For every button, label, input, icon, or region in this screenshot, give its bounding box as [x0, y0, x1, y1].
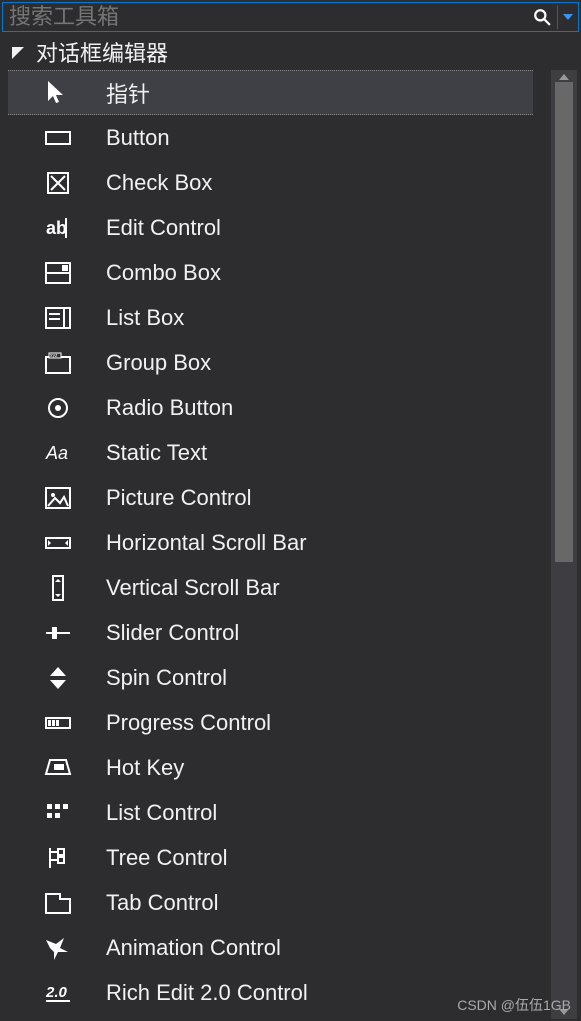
category-header[interactable]: 对话框编辑器: [0, 34, 581, 70]
listbox-icon: [40, 303, 76, 333]
tool-item-hot-key[interactable]: Hot Key: [8, 745, 533, 790]
listctrl-icon: [40, 798, 76, 828]
tool-item-label: List Box: [106, 305, 184, 331]
tree-icon: [40, 843, 76, 873]
tool-item-label: Combo Box: [106, 260, 221, 286]
scroll-down-icon[interactable]: [551, 1005, 577, 1019]
tool-item-tab-control[interactable]: Tab Control: [8, 880, 533, 925]
scrollbar-thumb[interactable]: [555, 82, 573, 562]
edit-icon: [40, 213, 76, 243]
tool-item-check-box[interactable]: Check Box: [8, 160, 533, 205]
tab-icon: [40, 888, 76, 918]
tool-item-picture-control[interactable]: Picture Control: [8, 475, 533, 520]
tool-item-label: 指针: [106, 77, 150, 109]
progress-icon: [40, 708, 76, 738]
tool-item-label: Horizontal Scroll Bar: [106, 530, 307, 556]
tool-item-combo-box[interactable]: Combo Box: [8, 250, 533, 295]
tool-item-label: Hot Key: [106, 755, 184, 781]
hscroll-icon: [40, 528, 76, 558]
toolbox-panel: 对话框编辑器 指针 Button Check Box Edit Control Comb…: [0, 34, 581, 1019]
tool-item-label: Progress Control: [106, 710, 271, 736]
slider-icon: [40, 618, 76, 648]
spin-icon: [40, 663, 76, 693]
pointer-icon: [40, 78, 76, 108]
tool-item-list-box[interactable]: List Box: [8, 295, 533, 340]
vscroll-icon: [40, 573, 76, 603]
tool-item-rich-edit-2[interactable]: Rich Edit 2.0 Control: [8, 970, 533, 1015]
tool-item-radio-button[interactable]: Radio Button: [8, 385, 533, 430]
tool-item-label: Edit Control: [106, 215, 221, 241]
tool-item-label: Static Text: [106, 440, 207, 466]
checkbox-icon: [40, 168, 76, 198]
groupbox-icon: [40, 348, 76, 378]
tool-item-label: Group Box: [106, 350, 211, 376]
tool-item-tree-control[interactable]: Tree Control: [8, 835, 533, 880]
tool-item-slider[interactable]: Slider Control: [8, 610, 533, 655]
tool-item-label: Rich Edit 2.0 Control: [106, 980, 308, 1006]
tool-item-edit-control[interactable]: Edit Control: [8, 205, 533, 250]
tool-item-label: Check Box: [106, 170, 212, 196]
hotkey-icon: [40, 753, 76, 783]
tool-item-label: Button: [106, 125, 170, 151]
button-icon: [40, 123, 76, 153]
radio-icon: [40, 393, 76, 423]
tool-list: 指针 Button Check Box Edit Control Combo Box Li…: [8, 70, 533, 1019]
text-icon: [40, 438, 76, 468]
tool-item-label: Picture Control: [106, 485, 252, 511]
animation-icon: [40, 933, 76, 963]
tool-item-vscroll[interactable]: Vertical Scroll Bar: [8, 565, 533, 610]
tool-item-list-control[interactable]: List Control: [8, 790, 533, 835]
tool-item-label: List Control: [106, 800, 217, 826]
picture-icon: [40, 483, 76, 513]
search-input[interactable]: [3, 3, 527, 31]
tool-item-label: Radio Button: [106, 395, 233, 421]
tool-item-button[interactable]: Button: [8, 115, 533, 160]
tool-item-label: Vertical Scroll Bar: [106, 575, 280, 601]
combobox-icon: [40, 258, 76, 288]
search-icon[interactable]: [527, 8, 557, 26]
tool-item-group-box[interactable]: Group Box: [8, 340, 533, 385]
tool-item-label: Tab Control: [106, 890, 219, 916]
search-dropdown[interactable]: [558, 14, 578, 20]
tool-item-spin[interactable]: Spin Control: [8, 655, 533, 700]
tool-item-animation[interactable]: Animation Control: [8, 925, 533, 970]
expand-icon: [12, 47, 24, 59]
tool-item-label: Tree Control: [106, 845, 227, 871]
tool-item-progress[interactable]: Progress Control: [8, 700, 533, 745]
richedit-icon: [40, 978, 76, 1008]
scrollbar[interactable]: [551, 70, 577, 1019]
category-title: 对话框编辑器: [36, 36, 168, 68]
tool-item-pointer[interactable]: 指针: [8, 70, 533, 115]
tool-item-hscroll[interactable]: Horizontal Scroll Bar: [8, 520, 533, 565]
search-bar[interactable]: [2, 2, 579, 32]
tool-item-label: Animation Control: [106, 935, 281, 961]
tool-item-label: Spin Control: [106, 665, 227, 691]
tool-item-static-text[interactable]: Static Text: [8, 430, 533, 475]
tool-item-label: Slider Control: [106, 620, 239, 646]
